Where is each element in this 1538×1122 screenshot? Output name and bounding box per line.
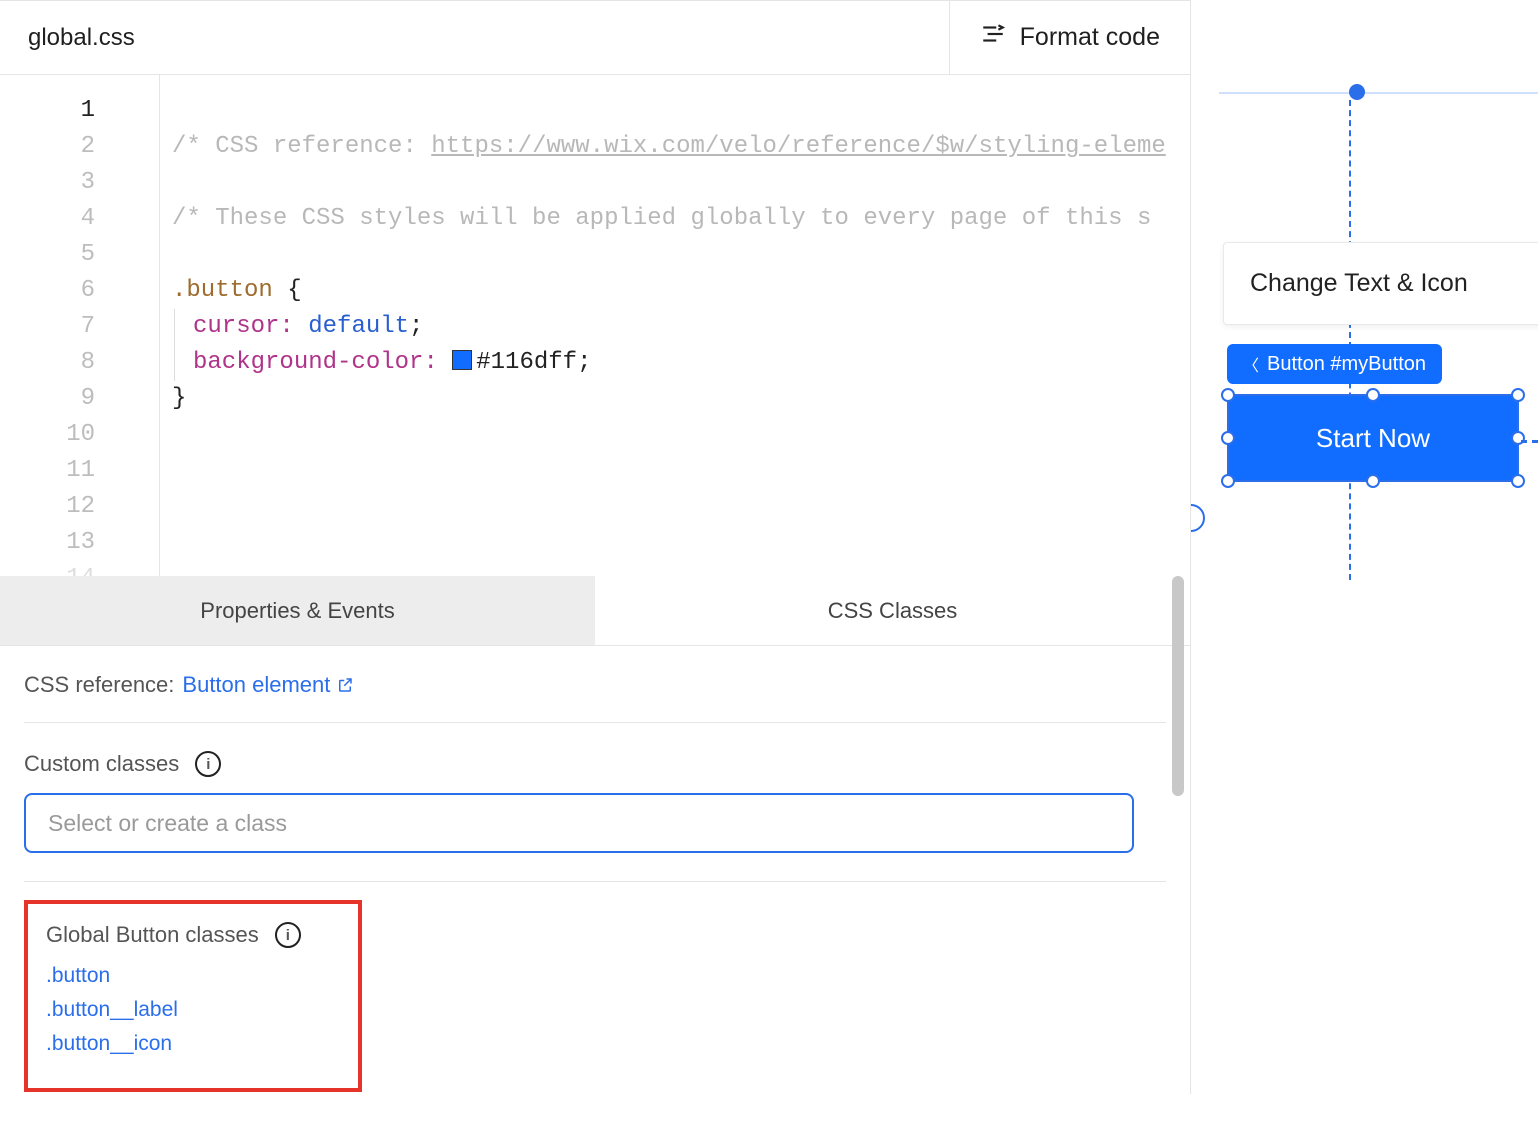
external-link-icon: [336, 676, 354, 694]
bottom-panel: Properties & Events CSS Classes CSS refe…: [0, 576, 1190, 1122]
chevron-left-icon: 〈: [1243, 352, 1259, 376]
preview-button[interactable]: Start Now: [1227, 394, 1519, 482]
tab-css-classes[interactable]: CSS Classes: [595, 576, 1190, 645]
code-selector: .button: [172, 277, 273, 304]
global-classes-label: Global Button classes: [46, 922, 259, 948]
global-class-item[interactable]: .button: [46, 964, 340, 988]
global-classes-list: .button .button__label .button__icon: [46, 964, 340, 1056]
line-number: 5: [0, 237, 95, 273]
global-classes-highlight: Global Button classes i .button .button_…: [24, 900, 362, 1092]
ruler-line: [1219, 92, 1538, 94]
code-value: default: [294, 313, 409, 340]
ruler-handle[interactable]: [1349, 84, 1365, 100]
scrollbar-thumb[interactable]: [1172, 576, 1184, 796]
format-code-icon: [980, 21, 1006, 54]
info-icon[interactable]: i: [275, 922, 301, 948]
ruler[interactable]: [1219, 90, 1538, 96]
code-brace: }: [172, 385, 186, 412]
guide-horizontal: [1521, 440, 1538, 443]
code-comment: /* CSS reference:: [172, 133, 431, 160]
line-number: 3: [0, 165, 95, 201]
code-property: background-color:: [193, 349, 438, 376]
line-number: 2: [0, 129, 95, 165]
line-number: 12: [0, 489, 95, 525]
global-class-item[interactable]: .button__label: [46, 998, 340, 1022]
guide-vertical: [1349, 100, 1351, 580]
line-number: 11: [0, 453, 95, 489]
global-classes-label-row: Global Button classes i: [46, 922, 340, 948]
line-number: 9: [0, 381, 95, 417]
color-swatch[interactable]: [452, 350, 472, 370]
filename: global.css: [0, 24, 949, 52]
css-reference-label: CSS reference:: [24, 672, 174, 698]
custom-classes-label: Custom classes: [24, 751, 179, 777]
format-code-button[interactable]: Format code: [949, 1, 1190, 74]
line-number: 13: [0, 525, 95, 561]
code-property: cursor:: [193, 313, 294, 340]
global-class-item[interactable]: .button__icon: [46, 1032, 340, 1056]
header-bar: global.css Format code: [0, 1, 1190, 75]
css-reference-link[interactable]: Button element: [182, 672, 354, 698]
edge-handle[interactable]: [1190, 504, 1205, 532]
line-number: 6: [0, 273, 95, 309]
element-badge[interactable]: 〈 Button #myButton: [1227, 344, 1442, 384]
custom-classes-input[interactable]: [24, 793, 1134, 853]
panel-body: CSS reference: Button element Custom cla…: [0, 646, 1190, 1122]
custom-classes-label-row: Custom classes i: [24, 751, 1166, 777]
line-number: 4: [0, 201, 95, 237]
preview-button-label: Start Now: [1316, 423, 1430, 454]
line-number: 8: [0, 345, 95, 381]
css-reference-row: CSS reference: Button element: [24, 672, 1166, 723]
tab-properties-events[interactable]: Properties & Events: [0, 576, 595, 645]
code-link[interactable]: https://www.wix.com/velo/reference/$w/st…: [431, 133, 1166, 160]
divider: [24, 881, 1166, 882]
code-hex: #116dff: [476, 349, 577, 376]
info-icon[interactable]: i: [195, 751, 221, 777]
line-number: 1: [0, 93, 95, 129]
panel-tabs: Properties & Events CSS Classes: [0, 576, 1190, 646]
line-number: 10: [0, 417, 95, 453]
change-text-icon-popover[interactable]: Change Text & Icon: [1223, 242, 1538, 325]
preview-canvas[interactable]: Change Text & Icon 〈 Button #myButton St…: [1190, 0, 1538, 1094]
line-number: 7: [0, 309, 95, 345]
code-comment: /* These CSS styles will be applied glob…: [172, 205, 1151, 232]
element-badge-label: Button #myButton: [1267, 353, 1426, 376]
format-code-label: Format code: [1020, 23, 1160, 52]
